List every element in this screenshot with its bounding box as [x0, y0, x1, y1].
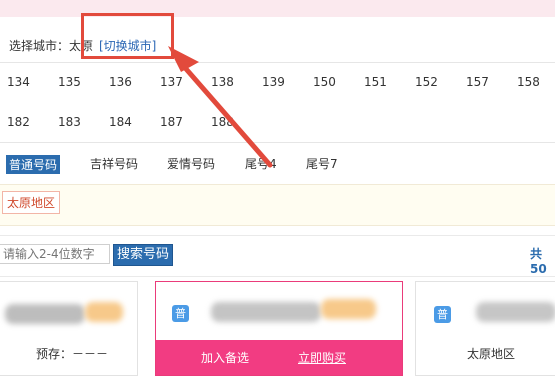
annotation-arrow — [168, 46, 273, 168]
